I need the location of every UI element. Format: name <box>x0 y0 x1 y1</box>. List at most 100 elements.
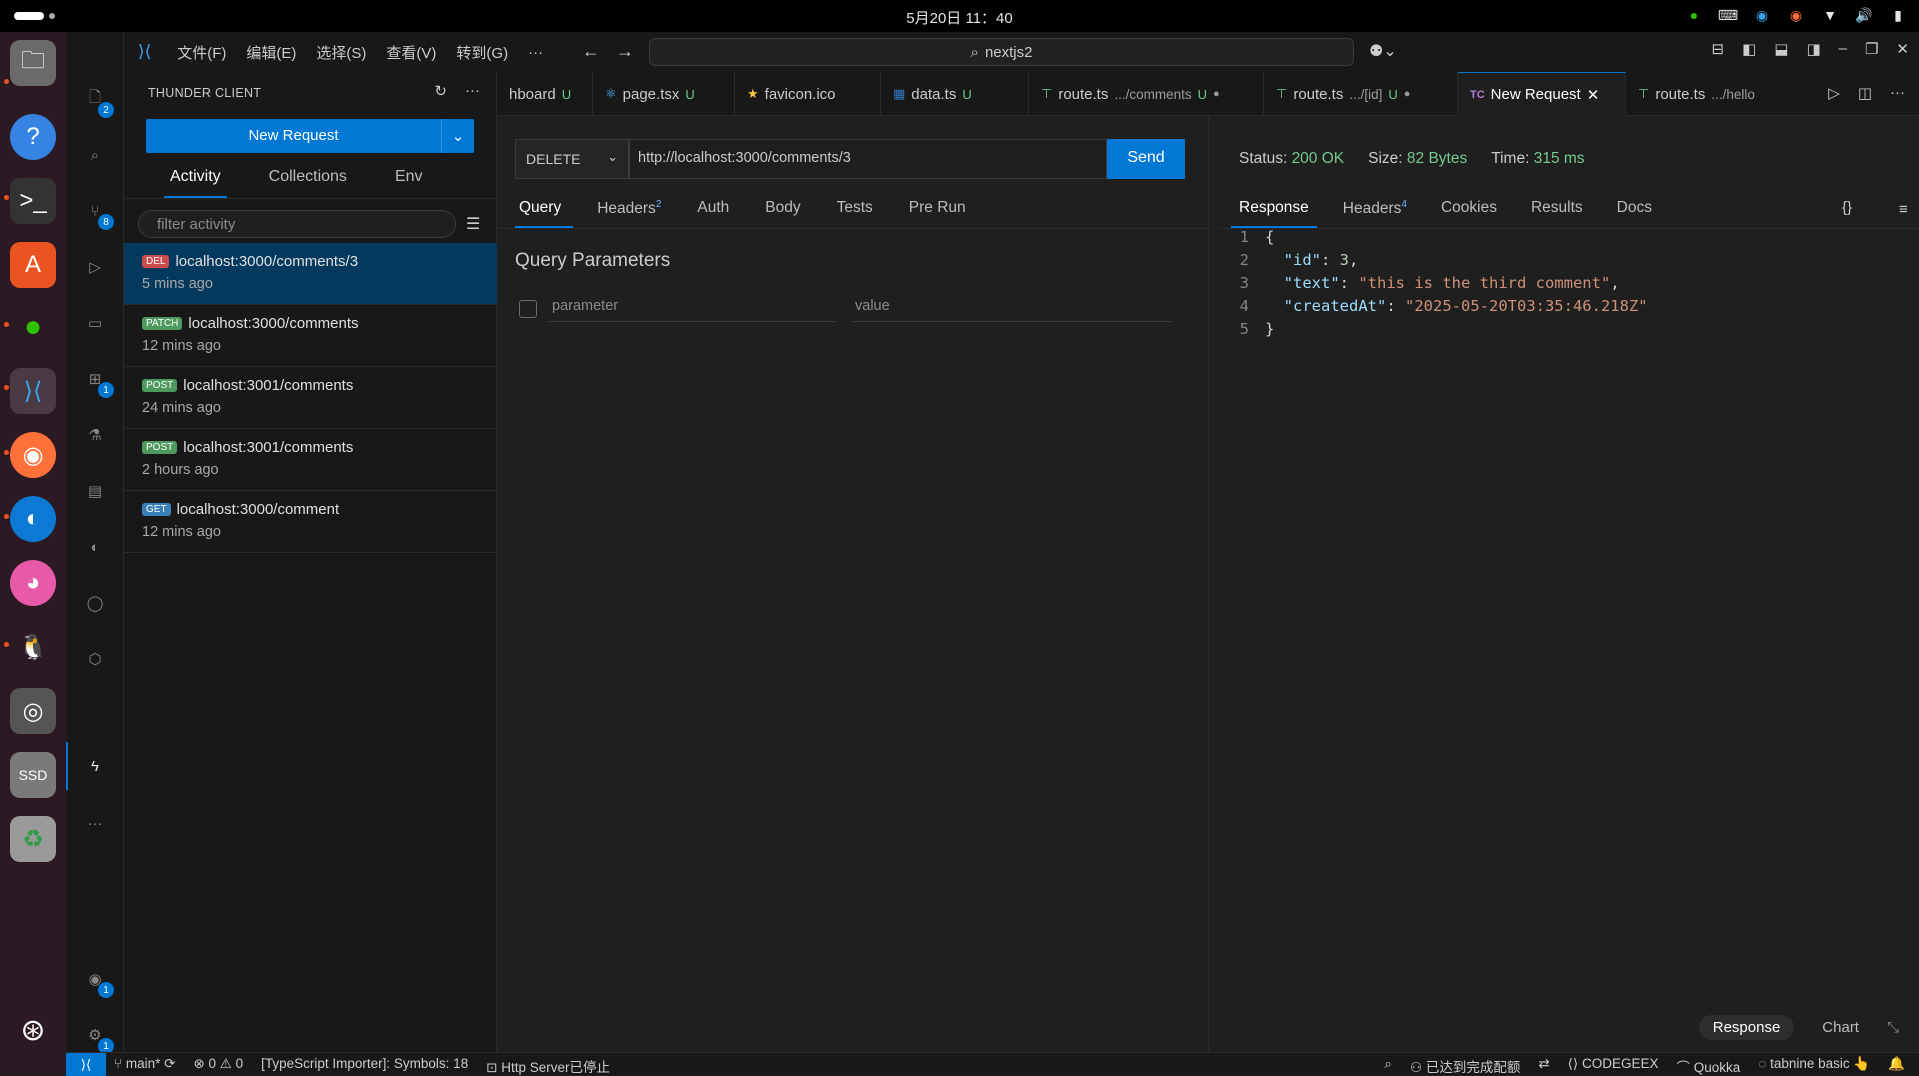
vscode-app-icon[interactable]: ⟩⟨ <box>10 368 56 414</box>
source-control-icon[interactable]: ⑂ 8 <box>78 194 114 230</box>
parameter-input[interactable]: parameter <box>549 298 836 322</box>
battery-icon[interactable]: ▮ <box>1889 6 1907 24</box>
view-response-button[interactable]: Response <box>1698 1015 1795 1040</box>
tabnine-status[interactable]: ◌ tabnine basic 👆 <box>1758 1056 1870 1076</box>
tab-tests[interactable]: Tests <box>833 191 885 228</box>
files-app-icon[interactable]: 🗀 <box>10 40 56 86</box>
menu-file[interactable]: 文件(F) <box>177 42 226 63</box>
editor-tab-new-request[interactable]: TC New Request ✕ <box>1458 72 1626 116</box>
more-actions-icon[interactable]: ··· <box>1890 84 1905 102</box>
penguin-app-icon[interactable]: 🐧 <box>10 624 56 670</box>
remote-explorer-icon[interactable]: ▭ <box>78 306 112 340</box>
run-icon[interactable]: ▷ <box>1828 84 1840 102</box>
deploy-icon[interactable]: ⬡ <box>78 642 112 676</box>
explorer-icon[interactable]: 🗋 2 <box>78 82 114 118</box>
search-icon[interactable]: ⌕ <box>78 138 112 172</box>
tab-env[interactable]: Env <box>371 160 447 198</box>
more-actions-icon[interactable]: ··· <box>465 82 480 100</box>
tab-cookies[interactable]: Cookies <box>1433 191 1505 228</box>
ssd-drive-icon[interactable]: SSD <box>10 752 56 798</box>
wechat-tray-icon[interactable]: ● <box>1685 6 1703 24</box>
notify-tray-icon[interactable]: ◉ <box>1787 6 1805 24</box>
toggle-secondary-sidebar-icon[interactable]: ◨ <box>1806 40 1820 58</box>
format-json-icon[interactable]: {} <box>1842 199 1852 216</box>
url-input[interactable]: http://localhost:3000/comments/3 <box>629 139 1107 179</box>
menu-more[interactable]: ··· <box>528 44 543 61</box>
view-chart-button[interactable]: Chart <box>1808 1015 1873 1040</box>
tab-response-headers[interactable]: Headers4 <box>1335 191 1415 228</box>
terminal-app-icon[interactable]: >_ <box>10 178 56 224</box>
firefox-app-icon[interactable]: ◉ <box>10 432 56 478</box>
thunder-client-icon[interactable]: ϟ <box>78 749 112 783</box>
more-views-icon[interactable]: ··· <box>78 806 112 840</box>
list-item[interactable]: POST localhost:3001/comments 24 mins ago <box>124 367 497 429</box>
system-clock[interactable]: 5月20日 11：40 <box>0 7 1919 28</box>
wechat-app-icon[interactable]: ● <box>10 304 56 350</box>
list-item[interactable]: DEL localhost:3000/comments/3 5 mins ago <box>124 243 497 305</box>
codegeex-status[interactable]: ⟨⟩ CODEGEEX <box>1568 1056 1659 1076</box>
menu-go[interactable]: 转到(G) <box>456 42 508 63</box>
extensions-icon[interactable]: ⊞ 1 <box>78 362 114 398</box>
edge-devtools-icon[interactable]: ◐ <box>78 530 112 564</box>
method-select[interactable]: DELETE ⌄ <box>515 139 629 179</box>
tab-response[interactable]: Response <box>1231 191 1317 228</box>
completion-quota-status[interactable]: ⚇ 已达到完成配额 <box>1410 1056 1520 1076</box>
docker-icon[interactable]: ▤ <box>78 474 112 508</box>
tab-docs[interactable]: Docs <box>1609 191 1660 228</box>
editor-tab-route-id[interactable]: ⊤ route.ts .../[id] U ● <box>1264 72 1458 116</box>
command-center[interactable]: ⌕ nextjs2 <box>649 38 1354 66</box>
github-icon[interactable]: ◯ <box>78 586 112 620</box>
toggle-sidebar-icon[interactable]: ◧ <box>1742 40 1756 58</box>
accounts-icon[interactable]: ◉ 1 <box>78 962 114 998</box>
help-app-icon[interactable]: ? <box>10 114 56 160</box>
refresh-icon[interactable]: ↻ <box>434 82 447 100</box>
split-editor-icon[interactable]: ◫ <box>1858 84 1872 102</box>
close-window-icon[interactable]: ✕ <box>1896 40 1909 58</box>
tab-auth[interactable]: Auth <box>693 191 741 228</box>
tab-query[interactable]: Query <box>515 191 574 228</box>
list-item[interactable]: GET localhost:3000/comment 12 mins ago <box>124 491 497 553</box>
cat-app-icon[interactable]: ◕ <box>10 560 56 606</box>
chevron-down-icon[interactable]: ⌄ <box>441 119 474 153</box>
filter-menu-icon[interactable]: ☰ <box>466 214 480 234</box>
new-request-button[interactable]: New Request ⌄ <box>146 119 474 153</box>
app-tray-icon[interactable]: ◉ <box>1753 6 1771 24</box>
customize-layout-icon[interactable]: ⊟ <box>1711 40 1724 58</box>
close-icon[interactable]: ✕ <box>1587 86 1600 104</box>
disks-app-icon[interactable]: ◎ <box>10 688 56 734</box>
app-center-icon[interactable]: A <box>10 242 56 288</box>
tab-pre-run[interactable]: Pre Run <box>905 191 978 228</box>
testing-icon[interactable]: ⚗ <box>78 418 112 452</box>
quokka-status[interactable]: ⌒ Quokka <box>1676 1056 1740 1076</box>
menu-edit[interactable]: 编辑(E) <box>246 42 296 63</box>
run-debug-icon[interactable]: ▷ <box>78 250 112 284</box>
editor-tab-favicon[interactable]: ★ favicon.ico <box>735 72 881 116</box>
editor-tab-route-hello[interactable]: ⊤ route.ts .../hello <box>1626 72 1776 116</box>
tab-collections[interactable]: Collections <box>245 160 371 198</box>
value-input[interactable]: value <box>852 298 1142 322</box>
copilot-icon[interactable]: ⚉⌄ <box>1369 41 1397 61</box>
tab-results[interactable]: Results <box>1523 191 1591 228</box>
ts-importer-status[interactable]: [TypeScript Importer]: Symbols: 18 <box>261 1056 468 1076</box>
expand-icon[interactable]: ⤡ <box>1887 1019 1899 1036</box>
wrap-lines-icon[interactable]: ≡ <box>1899 201 1908 218</box>
wifi-icon[interactable]: ▼ <box>1821 6 1839 24</box>
remote-indicator-icon[interactable]: ⟩⟨ <box>66 1053 106 1076</box>
notifications-bell-icon[interactable]: 🔔 <box>1888 1056 1905 1076</box>
restore-icon[interactable]: ❐ <box>1865 40 1878 58</box>
problems-indicator[interactable]: ⊗ 0 ⚠ 0 <box>193 1056 243 1076</box>
keyboard-tray-icon[interactable]: ⌨ <box>1718 6 1738 24</box>
editor-tab-route-comments[interactable]: ⊤ route.ts .../comments U ● <box>1029 72 1264 116</box>
back-arrow-icon[interactable]: ← <box>582 41 600 62</box>
tab-body[interactable]: Body <box>761 191 812 228</box>
send-button[interactable]: Send <box>1107 139 1185 179</box>
trash-icon[interactable]: ♻ <box>10 816 56 862</box>
ports-icon[interactable]: ⇄ <box>1538 1056 1549 1076</box>
tab-headers[interactable]: Headers2 <box>593 191 673 228</box>
volume-icon[interactable]: 🔊 <box>1855 6 1873 24</box>
forward-arrow-icon[interactable]: → <box>616 41 634 62</box>
editor-tab-dashboard[interactable]: hboard U <box>497 72 593 116</box>
filter-activity-input[interactable]: filter activity <box>138 210 456 238</box>
param-checkbox[interactable] <box>519 300 537 318</box>
menu-selection[interactable]: 选择(S) <box>316 42 366 63</box>
